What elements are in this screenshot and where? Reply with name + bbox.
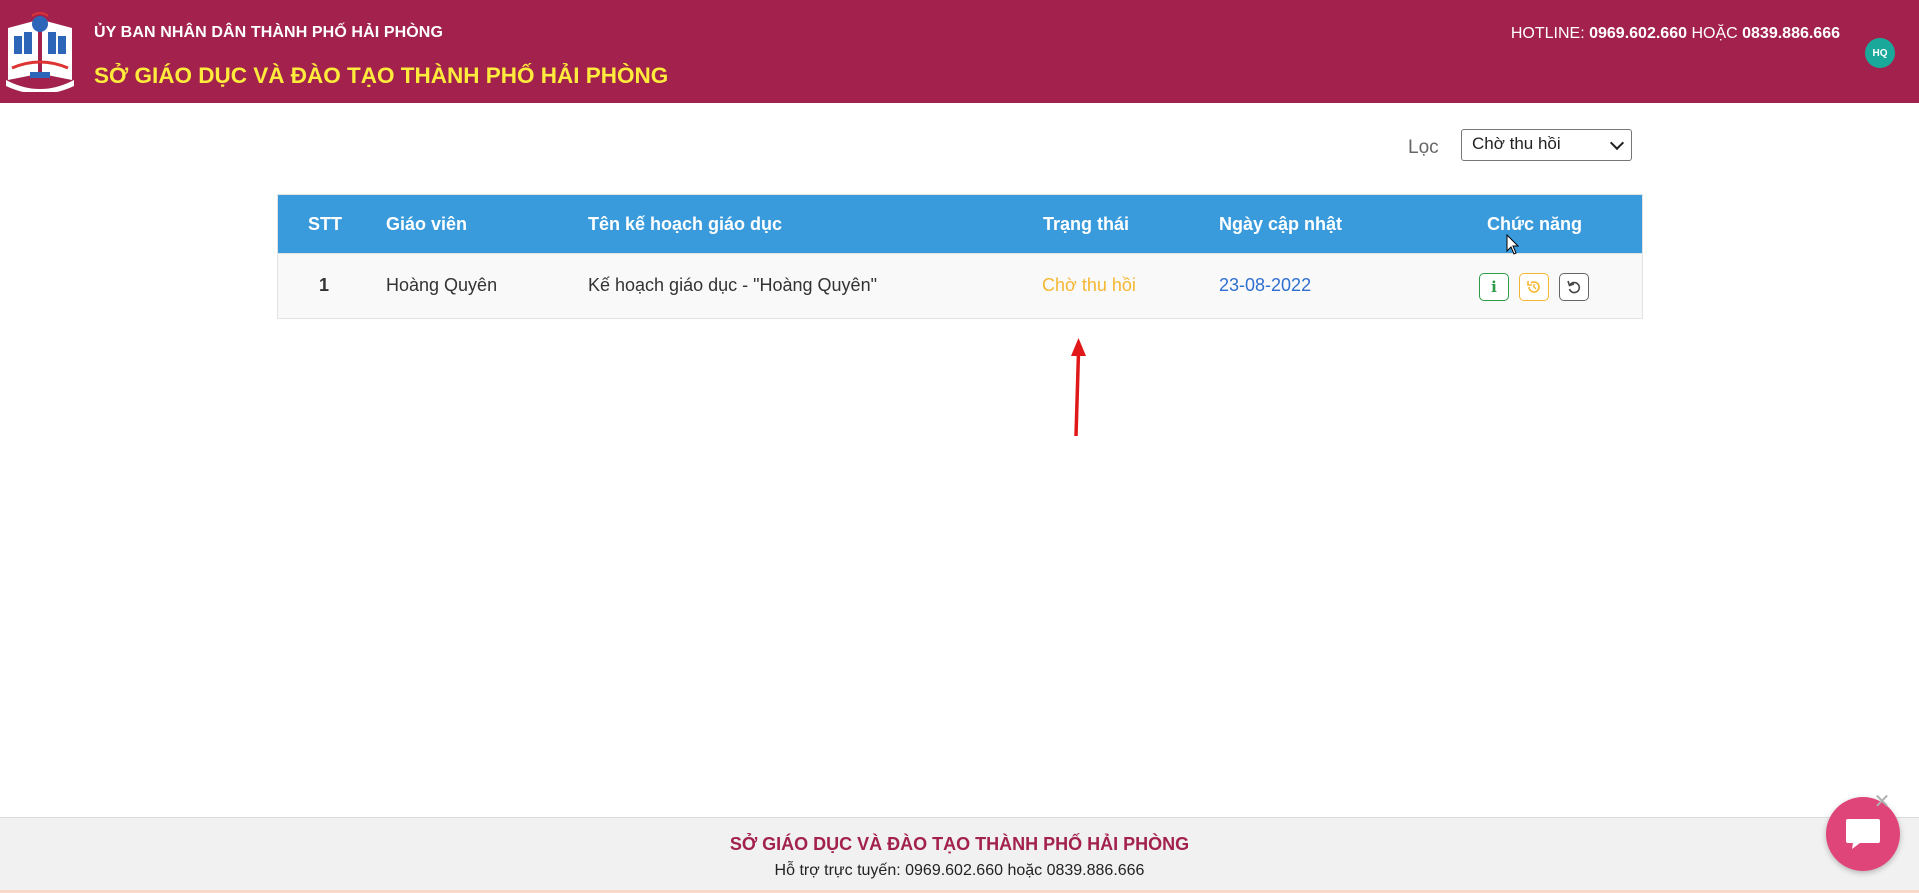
row-plan-name: Kế hoạch giáo dục - "Hoàng Quyên" xyxy=(588,275,877,295)
chevron-down-icon xyxy=(1609,135,1625,151)
mouse-cursor-icon xyxy=(1506,234,1520,255)
row-stt: 1 xyxy=(319,275,330,295)
row-teacher: Hoàng Quyên xyxy=(386,275,498,295)
undo-icon xyxy=(1567,280,1581,294)
org-title: SỞ GIÁO DỤC VÀ ĐÀO TẠO THÀNH PHỐ HẢI PHÒ… xyxy=(94,63,669,88)
info-icon: i xyxy=(1491,278,1497,296)
status-filter-select[interactable]: Chờ thu hồi xyxy=(1461,129,1632,161)
row-updated-date: 23-08-2022 xyxy=(1219,275,1312,295)
recall-button[interactable] xyxy=(1519,273,1549,301)
column-header-plan-name: Tên kế hoạch giáo dục xyxy=(588,214,783,234)
status-filter-value: Chờ thu hồi xyxy=(1472,134,1561,153)
red-arrow-annotation xyxy=(1071,338,1086,436)
department-logo[interactable] xyxy=(2,10,78,94)
column-header-updated: Ngày cập nhật xyxy=(1219,214,1343,234)
column-header-actions: Chức năng xyxy=(1487,214,1583,234)
hotline-number-1: 0969.602.660 xyxy=(1589,25,1687,42)
chat-bubble-icon xyxy=(1846,819,1880,849)
column-header-stt: STT xyxy=(308,214,342,234)
footer-support: Hỗ trợ trực tuyến: 0969.602.660 hoặc 083… xyxy=(774,862,1145,879)
footer: SỞ GIÁO DỤC VÀ ĐÀO TẠO THÀNH PHỐ HẢI PHÒ… xyxy=(0,817,1919,893)
hotline-or: HOẶC xyxy=(1691,25,1738,42)
top-header: ỦY BAN NHÂN DÂN THÀNH PHỐ HẢI PHÒNG SỞ G… xyxy=(0,0,1919,103)
table-row: 1 Hoàng Quyên Kế hoạch giáo dục - "Hoàng… xyxy=(278,253,1642,318)
filter-label: Lọc xyxy=(1408,137,1439,158)
org-subtitle: ỦY BAN NHÂN DÂN THÀNH PHỐ HẢI PHÒNG xyxy=(94,24,443,41)
user-avatar[interactable]: HQ xyxy=(1865,38,1895,68)
info-button[interactable]: i xyxy=(1479,273,1509,301)
undo-button[interactable] xyxy=(1559,273,1589,301)
column-header-teacher: Giáo viên xyxy=(386,214,468,234)
recall-icon xyxy=(1527,281,1540,293)
table-header: STT Giáo viên Tên kế hoạch giáo dục Trạn… xyxy=(278,195,1642,253)
hotline-label: HOTLINE: xyxy=(1510,25,1585,42)
hotline: HOTLINE: 0969.602.660 HOẶC 0839.886.666 xyxy=(1511,25,1840,43)
footer-title: SỞ GIÁO DỤC VÀ ĐÀO TẠO THÀNH PHỐ HẢI PHÒ… xyxy=(729,834,1190,854)
chat-close-icon[interactable]: ✕ xyxy=(1873,791,1891,811)
row-status: Chờ thu hồi xyxy=(1042,275,1136,295)
education-plan-table: STT Giáo viên Tên kế hoạch giáo dục Trạn… xyxy=(277,194,1643,319)
column-header-status: Trạng thái xyxy=(1043,214,1130,234)
hotline-number-2: 0839.886.666 xyxy=(1742,25,1840,42)
